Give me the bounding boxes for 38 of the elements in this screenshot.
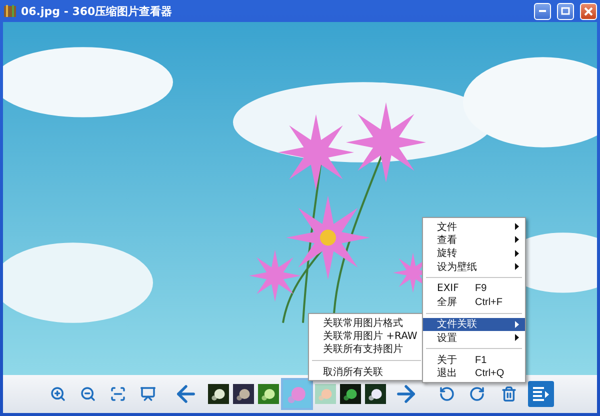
menu-item[interactable]: 查看 <box>423 233 525 247</box>
zoom-in-icon <box>50 386 66 402</box>
screen-icon <box>140 386 156 402</box>
menu-item[interactable]: 全屏 Ctrl+F <box>423 295 525 309</box>
menu-item[interactable]: 文件 <box>423 220 525 234</box>
menu-item[interactable]: 设为壁纸 <box>423 260 525 274</box>
menu-item[interactable]: EXIF F9 <box>423 282 525 296</box>
menu-item[interactable]: 退出 Ctrl+Q <box>423 366 525 380</box>
zoom-out-icon <box>80 386 96 402</box>
thumbnail[interactable] <box>283 380 311 408</box>
maximize-icon <box>561 7 570 15</box>
menu-icon <box>532 386 550 402</box>
thumbnail[interactable] <box>233 384 254 404</box>
menu-button[interactable] <box>528 381 554 407</box>
trash-icon <box>501 386 517 402</box>
close-button[interactable] <box>580 2 597 20</box>
window-title: 06.jpg - 360压缩图片查看器 <box>21 4 174 18</box>
thumbnail[interactable] <box>258 384 279 404</box>
thumbnail[interactable] <box>315 384 336 404</box>
minimize-button[interactable] <box>534 2 551 20</box>
menu-item[interactable]: 旋转 <box>423 246 525 260</box>
menu-item[interactable]: 关于 F1 <box>423 353 525 367</box>
thumbnail[interactable] <box>340 384 361 404</box>
thumbnail[interactable] <box>365 384 386 404</box>
close-icon <box>584 6 593 16</box>
fit-icon <box>110 386 126 402</box>
menu-item[interactable]: 取消所有关联 <box>309 364 424 378</box>
menu-item[interactable]: 关联常用图片格式 <box>309 316 424 330</box>
thumbnail[interactable] <box>208 384 229 404</box>
maximize-button[interactable] <box>557 2 574 20</box>
menu-item[interactable]: 设置 <box>423 331 525 344</box>
minimize-icon <box>539 10 546 12</box>
rotate-right-icon <box>469 386 485 402</box>
rotate-left-icon <box>439 386 455 402</box>
menu-item[interactable]: 关联所有支持图片 <box>309 342 424 356</box>
menu-item[interactable]: 文件关联 <box>423 318 525 332</box>
menu-item[interactable]: 关联常用图片 +RAW <box>309 329 424 343</box>
app-icon <box>3 4 17 18</box>
